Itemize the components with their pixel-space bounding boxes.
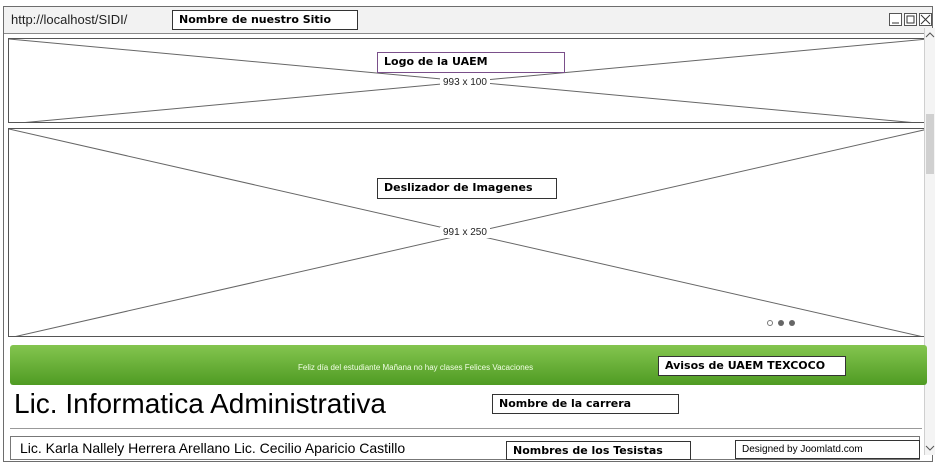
maximize-icon[interactable] — [904, 13, 917, 26]
scroll-up-icon[interactable] — [925, 30, 935, 40]
career-callout: Nombre de la carrera — [492, 394, 679, 414]
designed-by-credit[interactable]: Designed by Joomlatd.com — [735, 440, 920, 459]
scrollbar-thumb[interactable] — [926, 114, 934, 174]
image-slider-placeholder: 991 x 250 — [8, 128, 927, 337]
slider-callout: Deslizador de Imagenes — [377, 178, 557, 199]
notices-callout: Avisos de UAEM TEXCOCO — [658, 356, 846, 376]
slider-dot[interactable] — [789, 320, 795, 326]
slider-dot[interactable] — [767, 320, 773, 326]
slider-size-label: 991 x 250 — [440, 227, 490, 238]
scroll-down-icon[interactable] — [925, 443, 935, 453]
slider-pager — [767, 320, 795, 326]
divider — [10, 428, 922, 429]
site-name-callout: Nombre de nuestro Sitio — [172, 10, 358, 30]
thesis-authors-callout: Nombres de los Tesistas — [506, 441, 691, 460]
vertical-scrollbar[interactable] — [924, 28, 935, 455]
window-controls — [889, 13, 932, 26]
career-title: Lic. Informatica Administrativa — [14, 388, 386, 419]
logo-size-label: 993 x 100 — [440, 77, 490, 88]
close-icon[interactable] — [919, 13, 932, 26]
url-address[interactable]: http://localhost/SIDI/ — [11, 12, 127, 27]
authors-text: Lic. Karla Nallely Herrera Arellano Lic.… — [20, 440, 406, 456]
title-bar: http://localhost/SIDI/ — [4, 7, 932, 34]
logo-placeholder: 993 x 100 — [8, 38, 927, 123]
logo-callout: Logo de la UAEM — [377, 52, 565, 73]
slider-dot[interactable] — [778, 320, 784, 326]
minimize-icon[interactable] — [889, 13, 902, 26]
notice-marquee-text: Feliz día del estudiante Mañana no hay c… — [298, 363, 534, 372]
